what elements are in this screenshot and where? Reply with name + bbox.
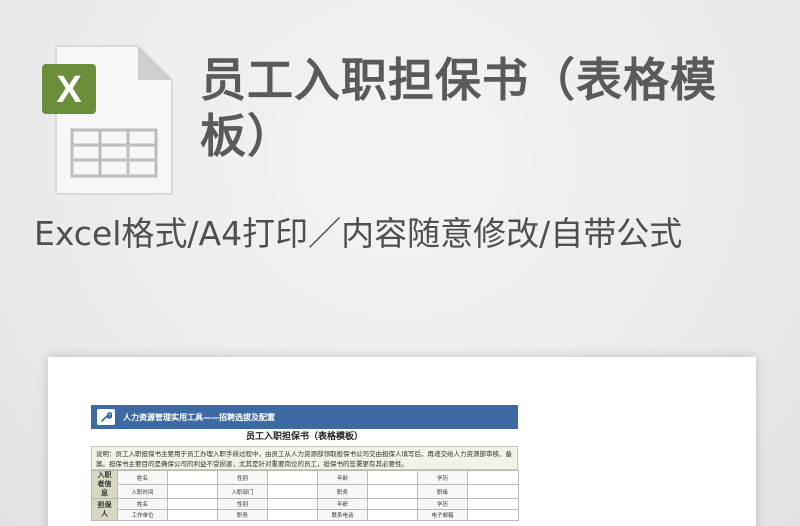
field-value[interactable] — [167, 484, 218, 499]
field-value[interactable] — [467, 509, 519, 521]
field-label: 职务 — [217, 509, 268, 521]
field-label: 入职部门 — [217, 484, 268, 499]
field-value[interactable] — [367, 470, 418, 485]
banner-text: 人力资源管理实用工具——招聘选拔及配置 — [123, 412, 275, 422]
field-label: 职级 — [417, 484, 468, 499]
field-label: 联系电话 — [317, 509, 368, 521]
table-row: 入职时间 入职部门 职务 职级 — [92, 484, 519, 499]
excel-file-icon: X — [38, 44, 174, 196]
field-value[interactable] — [267, 498, 318, 510]
field-label: 职务 — [317, 484, 368, 499]
table-row: 担保人 姓名 性别 年龄 学历 — [91, 498, 519, 521]
field-value[interactable] — [467, 470, 519, 485]
document-preview: 人力资源管理实用工具——招聘选拔及配置 员工入职担保书（表格模板） 说明：员工入… — [48, 357, 756, 526]
field-value[interactable] — [267, 509, 318, 521]
field-label: 年龄 — [317, 470, 368, 485]
field-value[interactable] — [467, 498, 519, 510]
field-value[interactable] — [367, 509, 418, 521]
spreadsheet-preview: 人力资源管理实用工具——招聘选拔及配置 员工入职担保书（表格模板） 说明：员工入… — [91, 405, 519, 521]
field-value[interactable] — [167, 509, 218, 521]
field-label: 学历 — [417, 498, 468, 510]
page-title: 员工入职担保书（表格模板） — [200, 53, 717, 163]
field-value[interactable] — [467, 484, 519, 499]
field-label: 学历 — [417, 470, 468, 485]
notes-text: 说明：员工入职担保书主要用于员工办理入职手续过程中，由员工从人力资源部领取担保书… — [91, 446, 518, 470]
page-subtitle: Excel格式/A4打印／内容随意修改/自带公式 — [34, 214, 683, 253]
svg-text:X: X — [56, 69, 82, 111]
field-label: 姓名 — [117, 470, 168, 485]
field-label: 姓名 — [117, 498, 168, 510]
field-value[interactable] — [167, 498, 218, 510]
table-row: 工作单位 职务 联系电话 电子邮箱 — [92, 509, 519, 521]
wrench-icon — [97, 409, 115, 425]
field-label: 入职时间 — [117, 484, 168, 499]
sheet-title: 员工入职担保书（表格模板） — [91, 429, 518, 446]
field-label: 年龄 — [317, 498, 368, 510]
form-table: 入职者信息 姓名 性别 年龄 学历 入职时间 入职部门 职务 职级 担保人 姓名… — [91, 470, 519, 521]
field-value[interactable] — [267, 484, 318, 499]
field-value[interactable] — [367, 498, 418, 510]
field-value[interactable] — [167, 470, 218, 485]
field-label: 性别 — [217, 470, 268, 485]
field-label: 电子邮箱 — [417, 509, 468, 521]
section-label: 担保人 — [91, 498, 118, 521]
field-value[interactable] — [367, 484, 418, 499]
table-row: 入职者信息 姓名 性别 年龄 学历 — [91, 470, 519, 499]
section-label: 入职者信息 — [91, 470, 118, 499]
tool-banner: 人力资源管理实用工具——招聘选拔及配置 — [91, 405, 518, 429]
field-label: 性别 — [217, 498, 268, 510]
field-value[interactable] — [267, 470, 318, 485]
field-label: 工作单位 — [117, 509, 168, 521]
